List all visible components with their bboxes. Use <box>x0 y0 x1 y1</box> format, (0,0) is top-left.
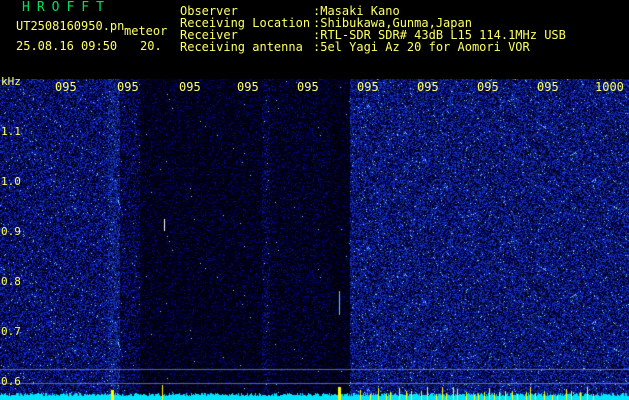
x-tick-label: 095 <box>179 80 201 94</box>
filename-label: UT2508160950.pn <box>16 19 125 33</box>
spectrogram-display <box>0 79 629 400</box>
x-tick-label: 095 <box>297 80 319 94</box>
frequency-unit-label: kHz <box>1 75 21 88</box>
detection-tag: meteor <box>124 24 168 38</box>
x-tick-label: 095 <box>417 80 439 94</box>
x-tick-label: 095 <box>357 80 379 94</box>
x-tick-label: 1000 <box>595 80 624 94</box>
antenna-value: :5el Yagi Az 20 for Aomori VOR <box>313 40 530 54</box>
x-tick-label: 095 <box>537 80 559 94</box>
x-tick-label: 095 <box>55 80 77 94</box>
date-time-label: 25.08.16 09:50 <box>16 39 118 53</box>
y-tick-label: 1.1 <box>1 125 21 138</box>
y-tick-label: 0.9 <box>1 225 21 238</box>
y-tick-label: 1.0 <box>1 175 21 188</box>
x-tick-label: 095 <box>477 80 499 94</box>
app-title: HROFFT <box>22 0 111 15</box>
y-tick-label: 0.7 <box>1 325 21 338</box>
y-tick-label: 0.8 <box>1 275 21 288</box>
x-tick-label: 095 <box>117 80 139 94</box>
antenna-label: Receiving antenna <box>180 40 303 54</box>
x-tick-label: 095 <box>237 80 259 94</box>
y-tick-label: 0.6 <box>1 375 21 388</box>
seconds-label: 20. <box>140 39 162 53</box>
